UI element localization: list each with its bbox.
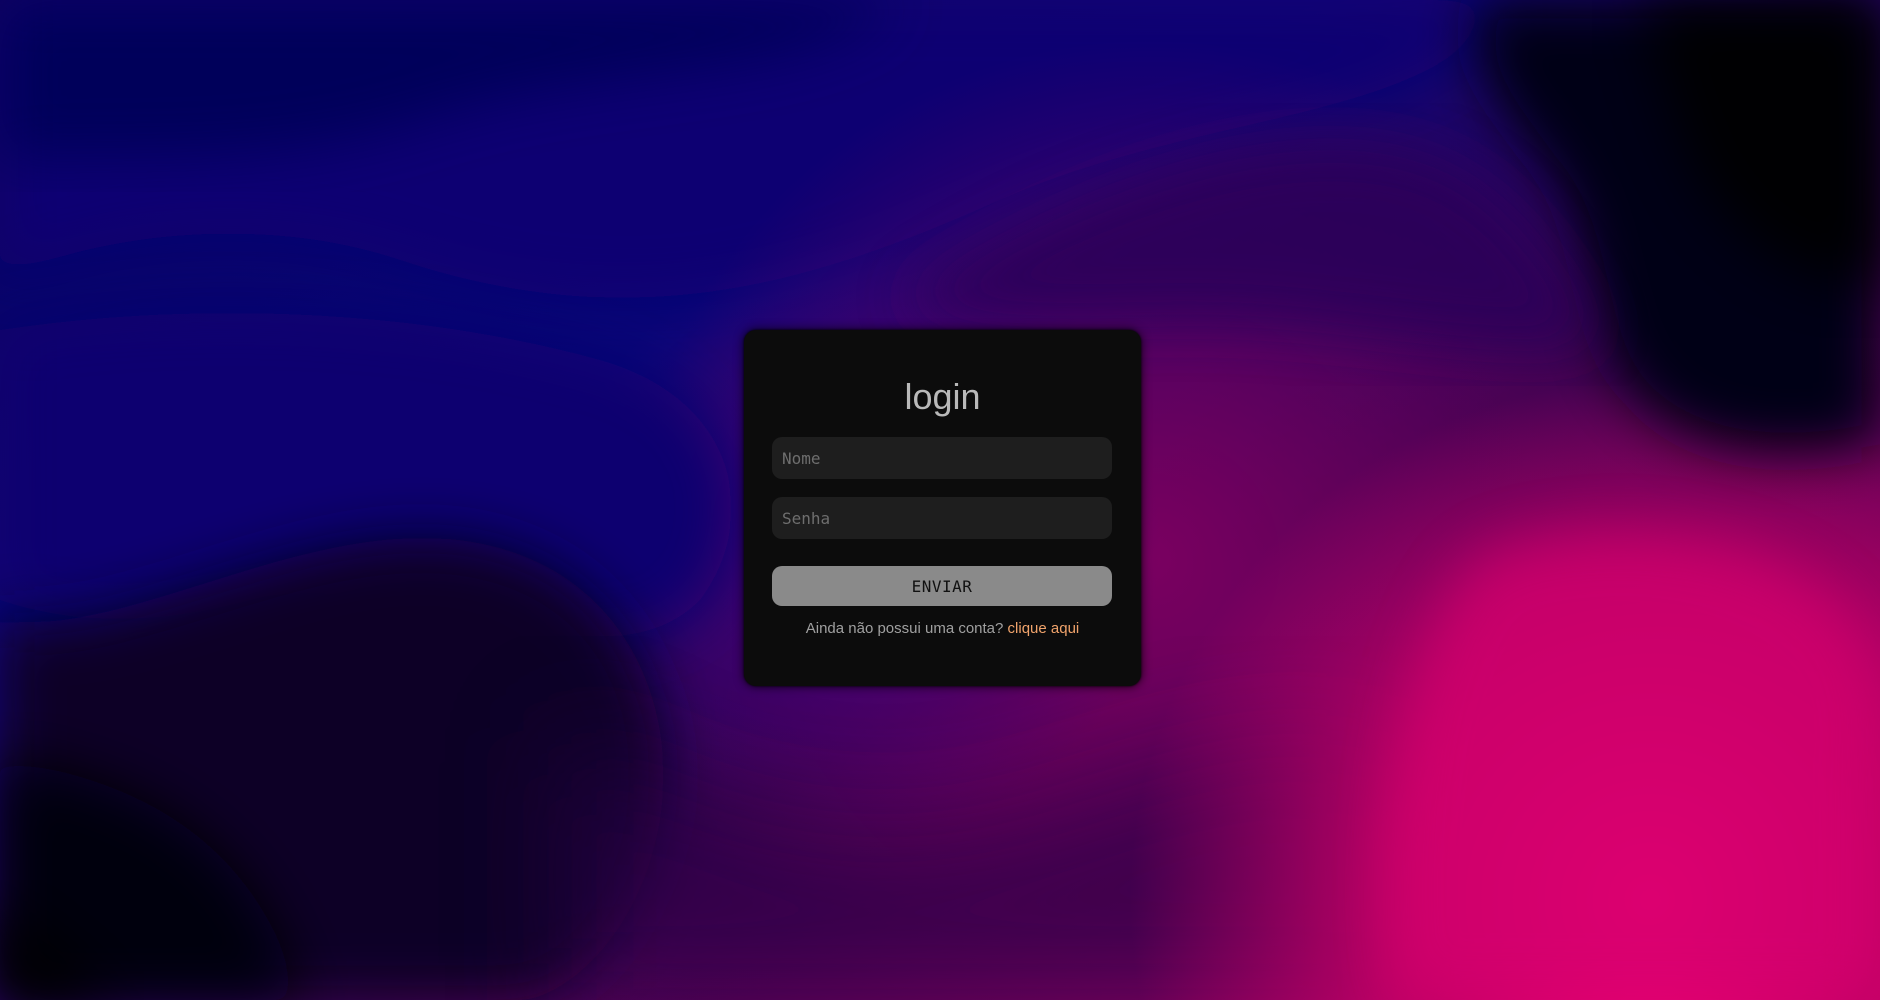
login-title: login bbox=[904, 376, 981, 417]
signup-prompt-text: Ainda não possui uma conta? bbox=[805, 620, 1004, 637]
login-card: login ENVIAR Ainda não possui uma conta?… bbox=[744, 330, 1141, 686]
signup-prompt: Ainda não possui uma conta? clique aqui bbox=[744, 620, 1141, 638]
name-input[interactable] bbox=[772, 437, 1112, 479]
password-input[interactable] bbox=[772, 497, 1112, 539]
submit-button[interactable]: ENVIAR bbox=[772, 566, 1112, 606]
signup-link[interactable]: clique aqui bbox=[1008, 620, 1080, 637]
